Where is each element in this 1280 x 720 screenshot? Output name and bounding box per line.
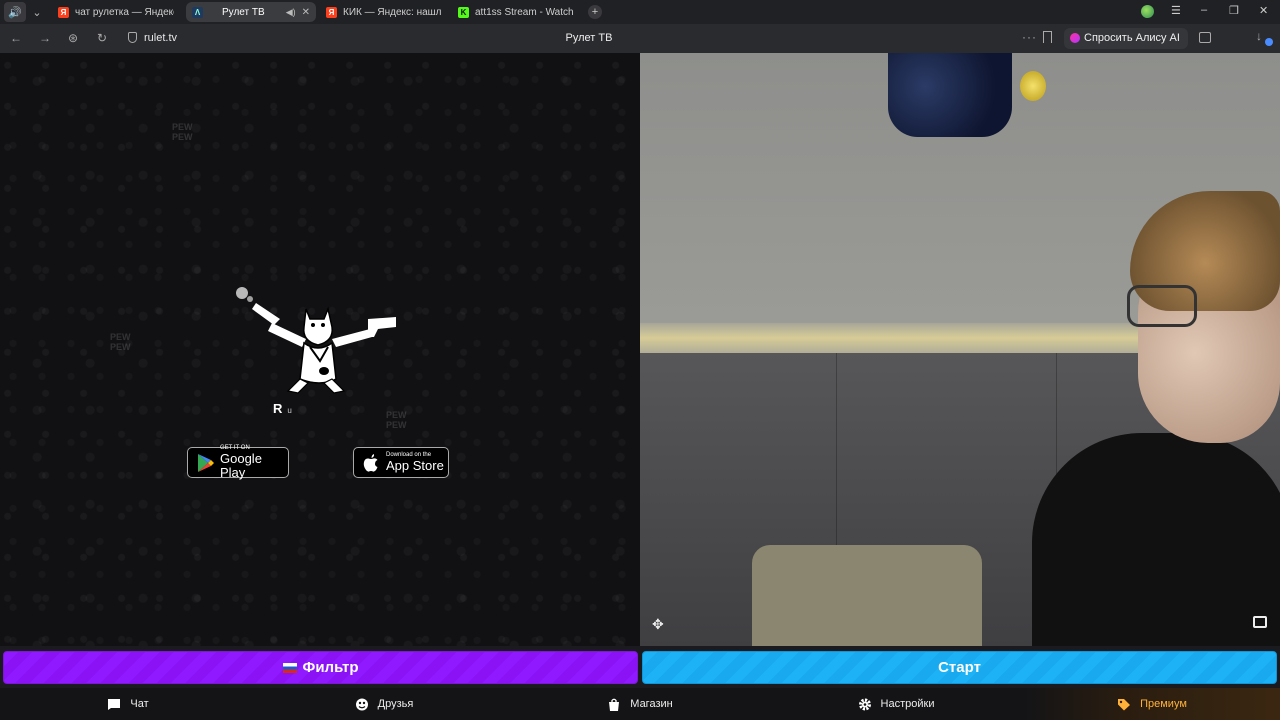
tab-label: КИК — Яндекс: нашлось 7 xyxy=(343,6,442,18)
shop-bag-icon xyxy=(609,698,620,711)
chat-icon xyxy=(108,698,121,710)
person-glasses xyxy=(1127,285,1197,327)
tab-kick-search[interactable]: Я КИК — Яндекс: нашлось 7 xyxy=(320,2,448,22)
speaker-icon[interactable]: ◀) xyxy=(286,7,296,18)
tab-rulet-tv[interactable]: Λ Рулет ТВ ◀) ✕ xyxy=(186,2,316,22)
nav-settings[interactable]: Настройки xyxy=(768,688,1024,720)
close-window-icon[interactable]: ✕ xyxy=(1259,4,1268,17)
restore-icon[interactable]: ❐ xyxy=(1229,4,1239,17)
store-name: Google Play xyxy=(220,451,262,480)
nav-friends[interactable]: Друзья xyxy=(256,688,512,720)
address-bar: ← → ⊛ ↻ rulet.tv Рулет ТВ ··· Спросить А… xyxy=(0,24,1280,53)
filter-label: Фильтр xyxy=(302,659,359,676)
brand-rest: u xyxy=(287,406,292,415)
nav-label: Премиум xyxy=(1140,698,1187,710)
app-store-button[interactable]: Download on the App Store xyxy=(353,447,449,478)
brand-wordmark: Ru xyxy=(273,401,292,416)
ask-alice-button[interactable]: Спросить Алису AI xyxy=(1064,28,1188,49)
cat-logo-icon xyxy=(236,287,396,394)
new-tab-button[interactable]: + xyxy=(588,5,602,19)
speaker-icon[interactable]: 🔊 xyxy=(4,2,26,22)
yandex-icon: Я xyxy=(326,6,337,18)
nav-label: Настройки xyxy=(880,698,935,710)
sidebar-icon[interactable] xyxy=(1199,32,1211,43)
tab-label: Рулет ТВ xyxy=(222,6,265,18)
menu-icon[interactable]: ☰ xyxy=(1171,4,1181,17)
close-icon[interactable]: ✕ xyxy=(302,7,310,18)
google-play-button[interactable]: GET IT ON Google Play xyxy=(187,445,289,480)
boxing-gloves xyxy=(888,53,1012,137)
tab-label: чат рулетка — Яндекс: на xyxy=(75,6,174,18)
pattern-text: PEW xyxy=(386,420,407,430)
download-badge xyxy=(1265,38,1273,46)
yandex-icon: Я xyxy=(58,6,69,18)
download-icon[interactable]: ↓ xyxy=(1256,29,1262,43)
russia-flag-icon xyxy=(282,662,297,673)
tab-yandex-search[interactable]: Я чат рулетка — Яндекс: на xyxy=(52,2,180,22)
partner-video-placeholder: PEW PEW PEW PEW PEW PEW Ru GET IT ON Goo… xyxy=(0,53,640,646)
pillow xyxy=(752,545,982,646)
start-label: Старт xyxy=(938,659,981,676)
nav-chat[interactable]: Чат xyxy=(0,688,256,720)
nav-label: Магазин xyxy=(630,698,673,710)
pattern-text: PEW xyxy=(172,122,193,132)
tab-label: att1ss Stream - Watch Live xyxy=(475,6,574,18)
nav-label: Друзья xyxy=(377,698,414,710)
store-name: App Store xyxy=(386,458,444,473)
minimize-icon[interactable]: – xyxy=(1201,4,1207,16)
gloves-tag xyxy=(1020,71,1046,101)
kick-icon: K xyxy=(458,6,469,18)
nav-shop[interactable]: Магазин xyxy=(512,688,768,720)
filter-button[interactable]: Фильтр xyxy=(3,651,638,684)
premium-tag-icon xyxy=(1118,698,1131,710)
start-button[interactable]: Старт xyxy=(642,651,1277,684)
browser-tab-strip: 🔊 ⌄ Я чат рулетка — Яндекс: на Λ Рулет Т… xyxy=(0,0,1280,24)
page-title: Рулет ТВ xyxy=(565,32,613,44)
more-icon[interactable]: ··· xyxy=(1022,30,1037,44)
chevron-down-icon[interactable]: ⌄ xyxy=(26,2,48,22)
nav-label: Чат xyxy=(130,698,149,710)
bookmark-icon[interactable] xyxy=(1043,31,1052,43)
bottom-nav: Чат Друзья Магазин Настройки Премиум xyxy=(0,688,1280,720)
pattern-text: PEW xyxy=(110,342,131,352)
gear-icon xyxy=(858,698,871,710)
pattern-text: PEW xyxy=(172,132,193,142)
google-play-icon xyxy=(198,453,214,472)
nav-premium[interactable]: Премиум xyxy=(1024,688,1280,720)
friends-icon xyxy=(355,698,368,710)
tab-kick-stream[interactable]: K att1ss Stream - Watch Live xyxy=(452,2,580,22)
pattern-text: PEW xyxy=(386,410,407,420)
person-body xyxy=(1032,433,1280,646)
self-camera-video: ✥ xyxy=(640,53,1280,646)
profile-icon[interactable] xyxy=(1141,5,1154,18)
rulet-tv-icon: Λ xyxy=(192,6,203,18)
switch-camera-icon[interactable]: ✥ xyxy=(652,616,664,633)
apple-icon xyxy=(363,453,378,472)
pattern-text: PEW xyxy=(110,332,131,342)
brand-initial: R xyxy=(273,401,283,416)
report-icon[interactable] xyxy=(1253,616,1267,628)
